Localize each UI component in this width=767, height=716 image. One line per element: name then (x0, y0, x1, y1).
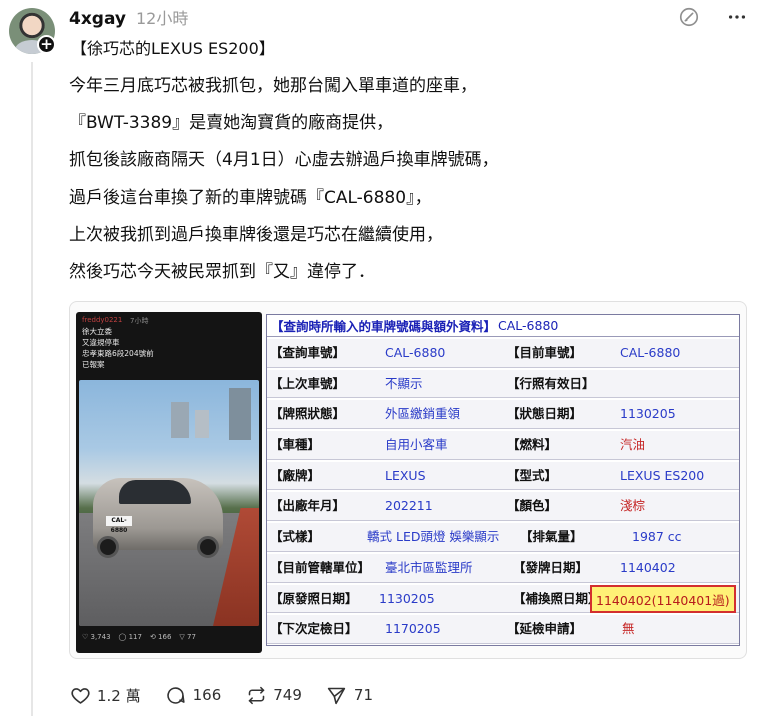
record-label: 【延檢申請】 (507, 621, 583, 637)
record-label: 【行照有效日】 (507, 375, 595, 391)
record-label: 【目前車號】 (507, 345, 583, 360)
post-header: 4xgay 12小時 (69, 5, 188, 29)
follow-plus-icon[interactable]: + (37, 35, 56, 54)
record-label: 【排氣量】 (520, 529, 583, 545)
edit-circle-icon[interactable] (676, 4, 702, 30)
highlighted-replacement-date: 1140402(1140401過) (590, 584, 736, 613)
record-value: 1140402 (620, 559, 676, 575)
embedded-line: 已報案 (82, 360, 105, 369)
record-value: CAL-6880 (385, 345, 446, 360)
record-value: CAL-6880 (620, 345, 681, 360)
record-label: 【下次定檢日】 (270, 621, 358, 637)
record-label: 【原發照日期】 (270, 590, 358, 606)
embedded-likes: ♡ 3,743 (82, 633, 111, 641)
like-button[interactable]: 1.2 萬 (69, 684, 141, 706)
record-label: 【燃料】 (507, 437, 558, 453)
embedded-time: 7小時 (130, 317, 149, 325)
post-line: 『BWT-3389』是賣她淘寶貨的廠商提供， (69, 113, 394, 134)
record-value: LEXUS ES200 (620, 467, 705, 483)
car-photo: CAL-6880 (79, 380, 259, 626)
record-row: 【下次定檢日】 1170205 【延檢申請】 無 (267, 613, 739, 644)
embedded-comments: ◯ 117 (118, 633, 142, 641)
record-row: 【牌照狀態】 外區繳銷重領 【狀態日期】 1130205 (267, 398, 739, 430)
record-row: 【目前管轄單位】 臺北市區監理所 【發牌日期】 1140402 (267, 551, 739, 583)
post-timestamp: 12小時 (136, 9, 189, 28)
comment-bubble-icon (165, 684, 187, 706)
record-label: 【上次車號】 (270, 375, 346, 391)
record-value: LEXUS (385, 467, 426, 483)
embedded-text: 徐大立委 又違規停車 忠孝東路6段204號前 已報案 (82, 326, 154, 370)
record-value: 無 (622, 621, 635, 637)
share-button[interactable]: 71 (326, 684, 373, 706)
record-value: 外區繳銷重領 (385, 406, 461, 422)
record-label: 【查詢車號】 (270, 345, 346, 360)
record-rows: 【查詢車號】 CAL-6880 【目前車號】 CAL-6880 【上次車號】 不顯示 【行照… (267, 337, 739, 644)
send-icon (326, 684, 348, 706)
post-body: 今年三月底巧芯被我抓包，她那台闖入單車道的座車， 『BWT-3389』是賣她淘寶… (69, 72, 749, 295)
record-value: 202211 (385, 498, 433, 514)
record-label: 【顏色】 (507, 498, 558, 514)
record-label: 【式樣】 (270, 529, 321, 545)
post-line: 今年三月底巧芯被我抓包，她那台闖入單車道的座車， (69, 76, 477, 96)
record-label: 【目前管轄單位】 (270, 559, 371, 575)
heart-icon (69, 684, 91, 706)
record-row: 【原發照日期】 1130205 【補換照日期】 1140402(1140401過) (267, 582, 739, 614)
record-title: 【查詢時所輸入的車牌號碼與額外資料】 CAL-6880 (267, 315, 739, 337)
record-row: 【出廠年月】 202211 【顏色】 淺棕 (267, 490, 739, 522)
record-value: 不顯示 (385, 375, 423, 391)
author-username[interactable]: 4xgay (69, 9, 126, 29)
comment-button[interactable]: 166 (165, 684, 222, 706)
post-line: 然後巧芯今天被民眾抓到『又』違停了． (69, 261, 375, 282)
record-value: 1170205 (385, 621, 441, 637)
record-label: 【補換照日期】 (513, 590, 601, 606)
record-label: 【廠牌】 (270, 467, 321, 483)
post-line: 上次被我抓到過戶換車牌後還是巧芯在繼續使用， (69, 224, 443, 245)
record-value: 淺棕 (620, 498, 646, 514)
record-value: 1130205 (620, 406, 676, 422)
post-image[interactable]: freddy0221 7小時 徐大立委 又違規停車 忠孝東路6段204號前 已報… (69, 301, 747, 659)
header-icons (676, 4, 750, 30)
record-label: 【發牌日期】 (513, 559, 589, 575)
thread-line (31, 62, 33, 716)
post-title: 【徐巧芯的LEXUS ES200】 (71, 39, 275, 58)
record-row: 【上次車號】 不顯示 【行照有效日】 (267, 367, 739, 399)
record-value: 自用小客車 (385, 437, 448, 453)
more-options-icon[interactable] (724, 4, 750, 30)
vehicle-record-table: 【查詢時所輸入的車牌號碼與額外資料】 CAL-6880 【查詢車號】 CAL-68… (266, 314, 740, 646)
record-label: 【出廠年月】 (270, 498, 346, 514)
record-row: 【式樣】 轎式 LED頭燈 娛樂顯示 【排氣量】 1987 cc (267, 521, 739, 552)
record-label: 【型式】 (507, 467, 558, 483)
record-label: 【車種】 (270, 437, 321, 453)
embedded-line: 又違規停車 (82, 338, 120, 347)
record-label: 【牌照狀態】 (270, 406, 346, 422)
record-title-value: CAL-6880 (498, 318, 559, 333)
record-row: 【車種】 自用小客車 【燃料】 汽油 (267, 429, 739, 460)
embedded-line: 徐大立委 (82, 327, 112, 336)
embedded-line: 忠孝東路6段204號前 (82, 349, 154, 358)
like-count: 1.2 萬 (97, 686, 141, 705)
embedded-shares: ▽ 77 (179, 633, 196, 641)
share-count: 71 (353, 686, 373, 704)
embedded-screenshot: freddy0221 7小時 徐大立委 又違規停車 忠孝東路6段204號前 已報… (76, 312, 262, 653)
post-line: 抓包後該廠商隔天（4月1日）心虛去辦過戶換車牌號碼， (69, 150, 499, 171)
repost-button[interactable]: 749 (245, 684, 302, 706)
post-line: 過戶後這台車換了新的車牌號碼『CAL-6880』， (69, 187, 432, 208)
record-value: 1130205 (379, 590, 435, 606)
record-value: 1987 cc (632, 529, 682, 545)
embedded-stats: ♡ 3,743 ◯ 117 ⟲ 166 ▽ 77 (82, 633, 196, 641)
record-row: 【查詢車號】 CAL-6880 【目前車號】 CAL-6880 (267, 337, 739, 368)
record-row: 【廠牌】 LEXUS 【型式】 LEXUS ES200 (267, 459, 739, 491)
record-label: 【狀態日期】 (507, 406, 583, 422)
repost-count: 749 (273, 686, 302, 704)
car-plate: CAL-6880 (106, 516, 132, 534)
embedded-reposts: ⟲ 166 (149, 633, 172, 641)
repost-icon (245, 684, 267, 706)
record-value: 汽油 (620, 437, 646, 453)
action-bar: 1.2 萬 166 749 71 (69, 682, 397, 708)
embedded-username: freddy0221 (82, 316, 123, 324)
record-value: 轎式 LED頭燈 娛樂顯示 (367, 529, 500, 545)
record-title-label: 【查詢時所輸入的車牌號碼與額外資料】 (271, 319, 497, 334)
record-value: 臺北市區監理所 (385, 559, 473, 575)
comment-count: 166 (192, 686, 222, 704)
